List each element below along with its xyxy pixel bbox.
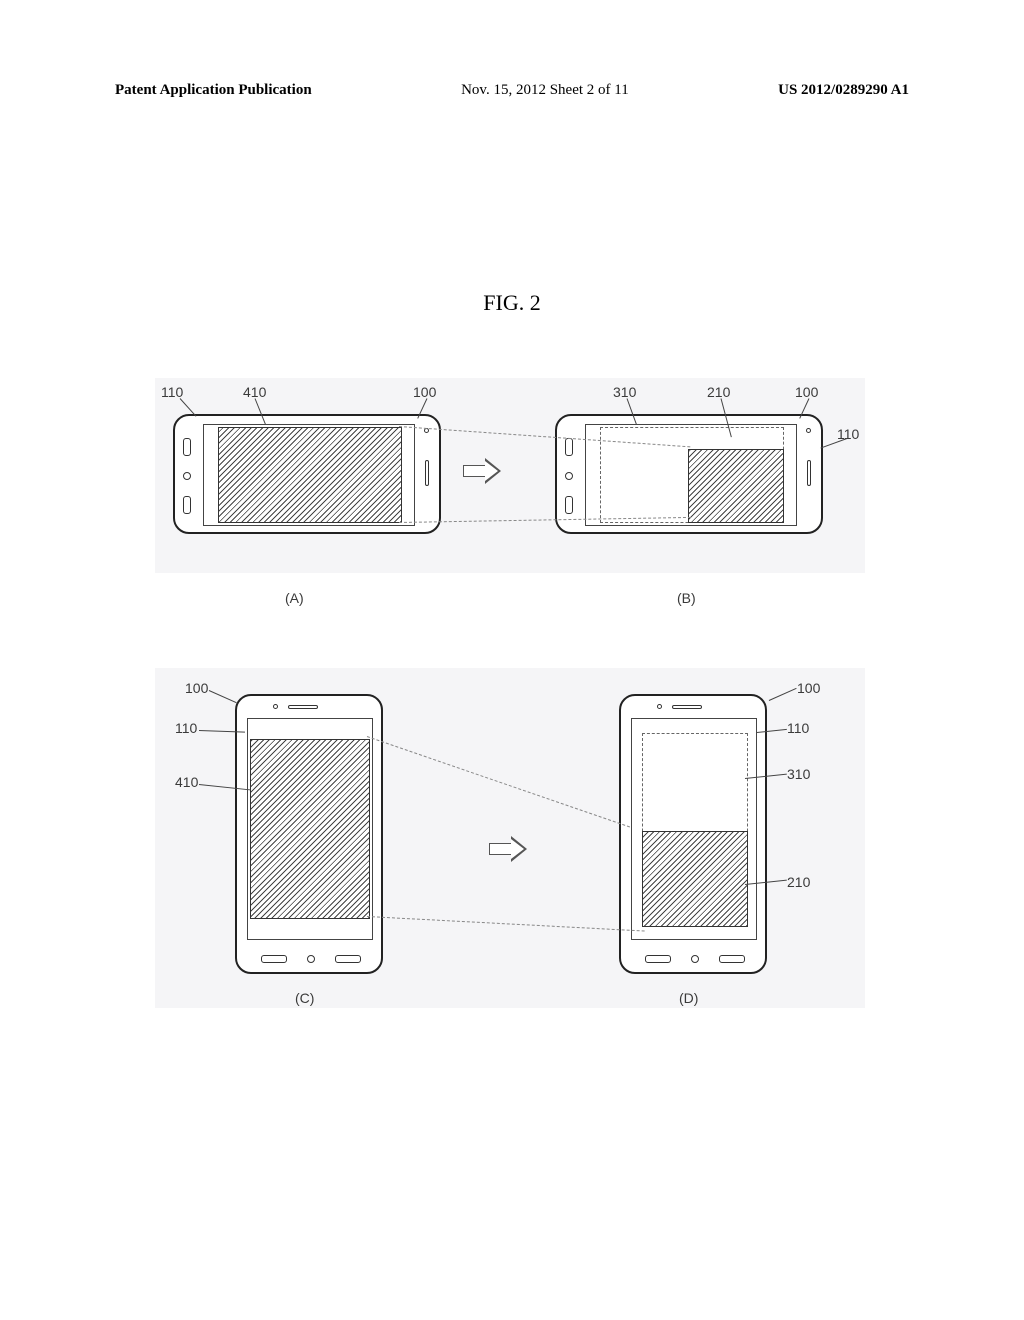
phone-a-screen (203, 424, 415, 526)
nav-button-icon (719, 955, 745, 963)
arrow-right-icon (463, 458, 503, 484)
phone-d-screen (631, 718, 757, 940)
projection-line (367, 736, 630, 827)
sublabel-d: (D) (679, 990, 698, 1006)
full-image-410-a (218, 427, 402, 523)
sublabel-b: (B) (677, 590, 696, 606)
panel-cd: 100 110 410 100 (155, 668, 865, 1008)
figure-diagram: 110 410 100 310 (155, 378, 865, 1028)
speaker-icon (425, 460, 429, 486)
phone-c-screen (247, 718, 373, 940)
nav-button-icon (645, 955, 671, 963)
camera-icon (657, 704, 662, 709)
ref-100-c: 100 (185, 680, 208, 696)
phone-a-body (173, 414, 441, 534)
phone-b-left-buttons (565, 438, 573, 514)
ref-100-d: 100 (797, 680, 820, 696)
ref-310-b: 310 (613, 384, 636, 400)
phone-c-body (235, 694, 383, 974)
reduced-image-210-b (688, 449, 784, 523)
nav-button-icon (565, 496, 573, 514)
full-image-410-c (250, 739, 370, 919)
ref-110-c: 110 (175, 720, 197, 736)
home-button-icon (307, 955, 315, 963)
phone-a-left-buttons (183, 438, 191, 514)
ref-310-d: 310 (787, 766, 810, 782)
camera-icon (273, 704, 278, 709)
lead-line (199, 730, 245, 733)
pub-number: US 2012/0289290 A1 (778, 82, 909, 99)
ref-210-b: 210 (707, 384, 730, 400)
camera-icon (806, 428, 811, 433)
phone-d-top (657, 704, 702, 709)
nav-button-icon (183, 496, 191, 514)
nav-button-icon (335, 955, 361, 963)
lead-line (821, 438, 848, 449)
sublabel-a: (A) (285, 590, 304, 606)
lead-line (769, 688, 797, 701)
reduced-image-210-d (642, 831, 748, 927)
date-sheet: Nov. 15, 2012 Sheet 2 of 11 (461, 82, 629, 99)
ref-110-d: 110 (787, 720, 809, 736)
phone-b-screen (585, 424, 797, 526)
panel-ab: 110 410 100 310 (155, 378, 865, 573)
home-button-icon (691, 955, 699, 963)
lead-line (209, 690, 237, 703)
projection-line (367, 916, 645, 932)
nav-button-icon (261, 955, 287, 963)
speaker-icon (672, 705, 702, 709)
speaker-icon (288, 705, 318, 709)
pub-type: Patent Application Publication (115, 82, 312, 99)
sublabel-c: (C) (295, 990, 314, 1006)
arrow-right-icon (489, 836, 529, 862)
speaker-icon (807, 460, 811, 486)
ref-210-d: 210 (787, 874, 810, 890)
nav-button-icon (565, 438, 573, 456)
home-button-icon (565, 472, 573, 480)
phone-d-body (619, 694, 767, 974)
ref-100-b: 100 (795, 384, 818, 400)
ref-410-c: 410 (175, 774, 198, 790)
page-header: Patent Application Publication Nov. 15, … (115, 82, 909, 99)
figure-title: FIG. 2 (0, 290, 1024, 316)
phone-c-top (273, 704, 318, 709)
home-button-icon (183, 472, 191, 480)
phone-c-buttons (261, 955, 361, 963)
ref-100-a: 100 (413, 384, 436, 400)
phone-d-buttons (645, 955, 745, 963)
nav-button-icon (183, 438, 191, 456)
